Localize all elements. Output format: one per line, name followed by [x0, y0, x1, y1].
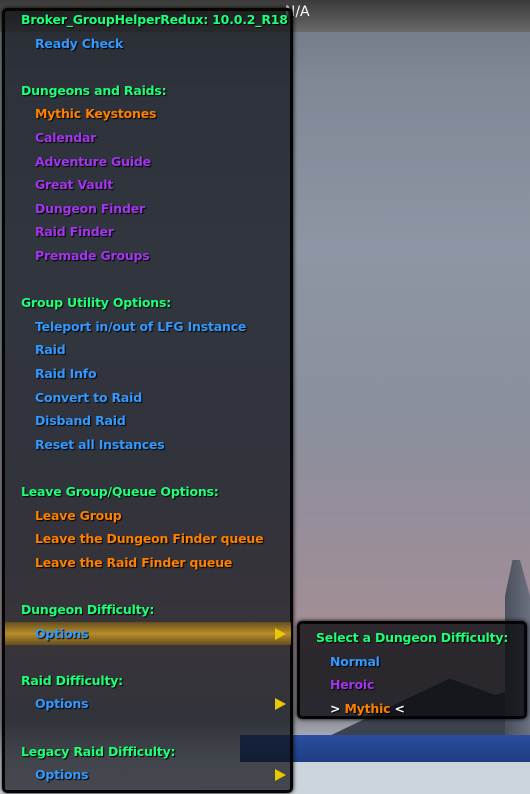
section-header: Raid Difficulty: [21, 672, 123, 688]
menu-item-options[interactable]: Options [5, 763, 89, 787]
menu-item-reset-all-instances[interactable]: Reset all Instances [5, 433, 165, 457]
section-header: Legacy Raid Difficulty: [21, 743, 176, 759]
submenu-arrow-icon[interactable] [275, 698, 286, 711]
menu-item-leave-group[interactable]: Leave Group [5, 504, 122, 528]
dungeon-difficulty-submenu: Select a Dungeon Difficulty: Normal Heroic… [297, 621, 527, 719]
menu-item-premade-groups[interactable]: Premade Groups [5, 244, 150, 268]
menu-item-disband-raid[interactable]: Disband Raid [5, 409, 126, 433]
menu-item-leave-the-dungeon-finder-queue[interactable]: Leave the Dungeon Finder queue [5, 527, 264, 551]
menu-item-adventure-guide[interactable]: Adventure Guide [5, 150, 151, 174]
menu-item-ready-check[interactable]: Ready Check [5, 32, 123, 56]
menu-item-options[interactable]: Options [5, 621, 291, 646]
submenu-arrow-icon[interactable] [275, 769, 286, 782]
menu-item-raid[interactable]: Raid [5, 338, 66, 362]
menu-item-convert-to-raid[interactable]: Convert to Raid [5, 386, 142, 410]
submenu-title: Select a Dungeon Difficulty: [316, 630, 509, 645]
menu-item-calendar[interactable]: Calendar [5, 126, 96, 150]
section-header: Group Utility Options: [21, 295, 172, 311]
selected-marker-left: > [330, 700, 345, 716]
menu-item-leave-the-raid-finder-queue[interactable]: Leave the Raid Finder queue [5, 551, 232, 575]
menu-item-dungeon-finder[interactable]: Dungeon Finder [5, 197, 145, 221]
menu-item-raid-finder[interactable]: Raid Finder [5, 220, 114, 244]
menu-item-options[interactable]: Options [5, 692, 89, 716]
addon-title: Broker_GroupHelperRedux: 10.0.2_R18 [21, 12, 288, 27]
difficulty-label: Heroic [330, 677, 375, 693]
section-header: Dungeons and Raids: [21, 82, 167, 98]
menu-item-raid-info[interactable]: Raid Info [5, 362, 97, 386]
difficulty-option-normal[interactable]: Normal [300, 650, 380, 674]
menu-item-teleport-in-out-of-lfg-instance[interactable]: Teleport in/out of LFG Instance [5, 315, 246, 339]
section-header: Dungeon Difficulty: [21, 602, 155, 617]
section-header: Leave Group/Queue Options: [21, 484, 219, 499]
menu-item-great-vault[interactable]: Great Vault [5, 173, 113, 197]
difficulty-label: Mythic [344, 700, 391, 716]
menu-item-mythic-keystones[interactable]: Mythic Keystones [5, 102, 156, 126]
difficulty-option-heroic[interactable]: Heroic [300, 673, 374, 697]
submenu-arrow-icon[interactable] [275, 627, 286, 640]
difficulty-option-mythic[interactable]: > Mythic < [300, 697, 405, 721]
difficulty-label: Normal [330, 653, 380, 669]
group-helper-menu: Broker_GroupHelperRedux: 10.0.2_R18 Ready… [2, 8, 293, 793]
selected-marker-right: < [390, 700, 406, 716]
